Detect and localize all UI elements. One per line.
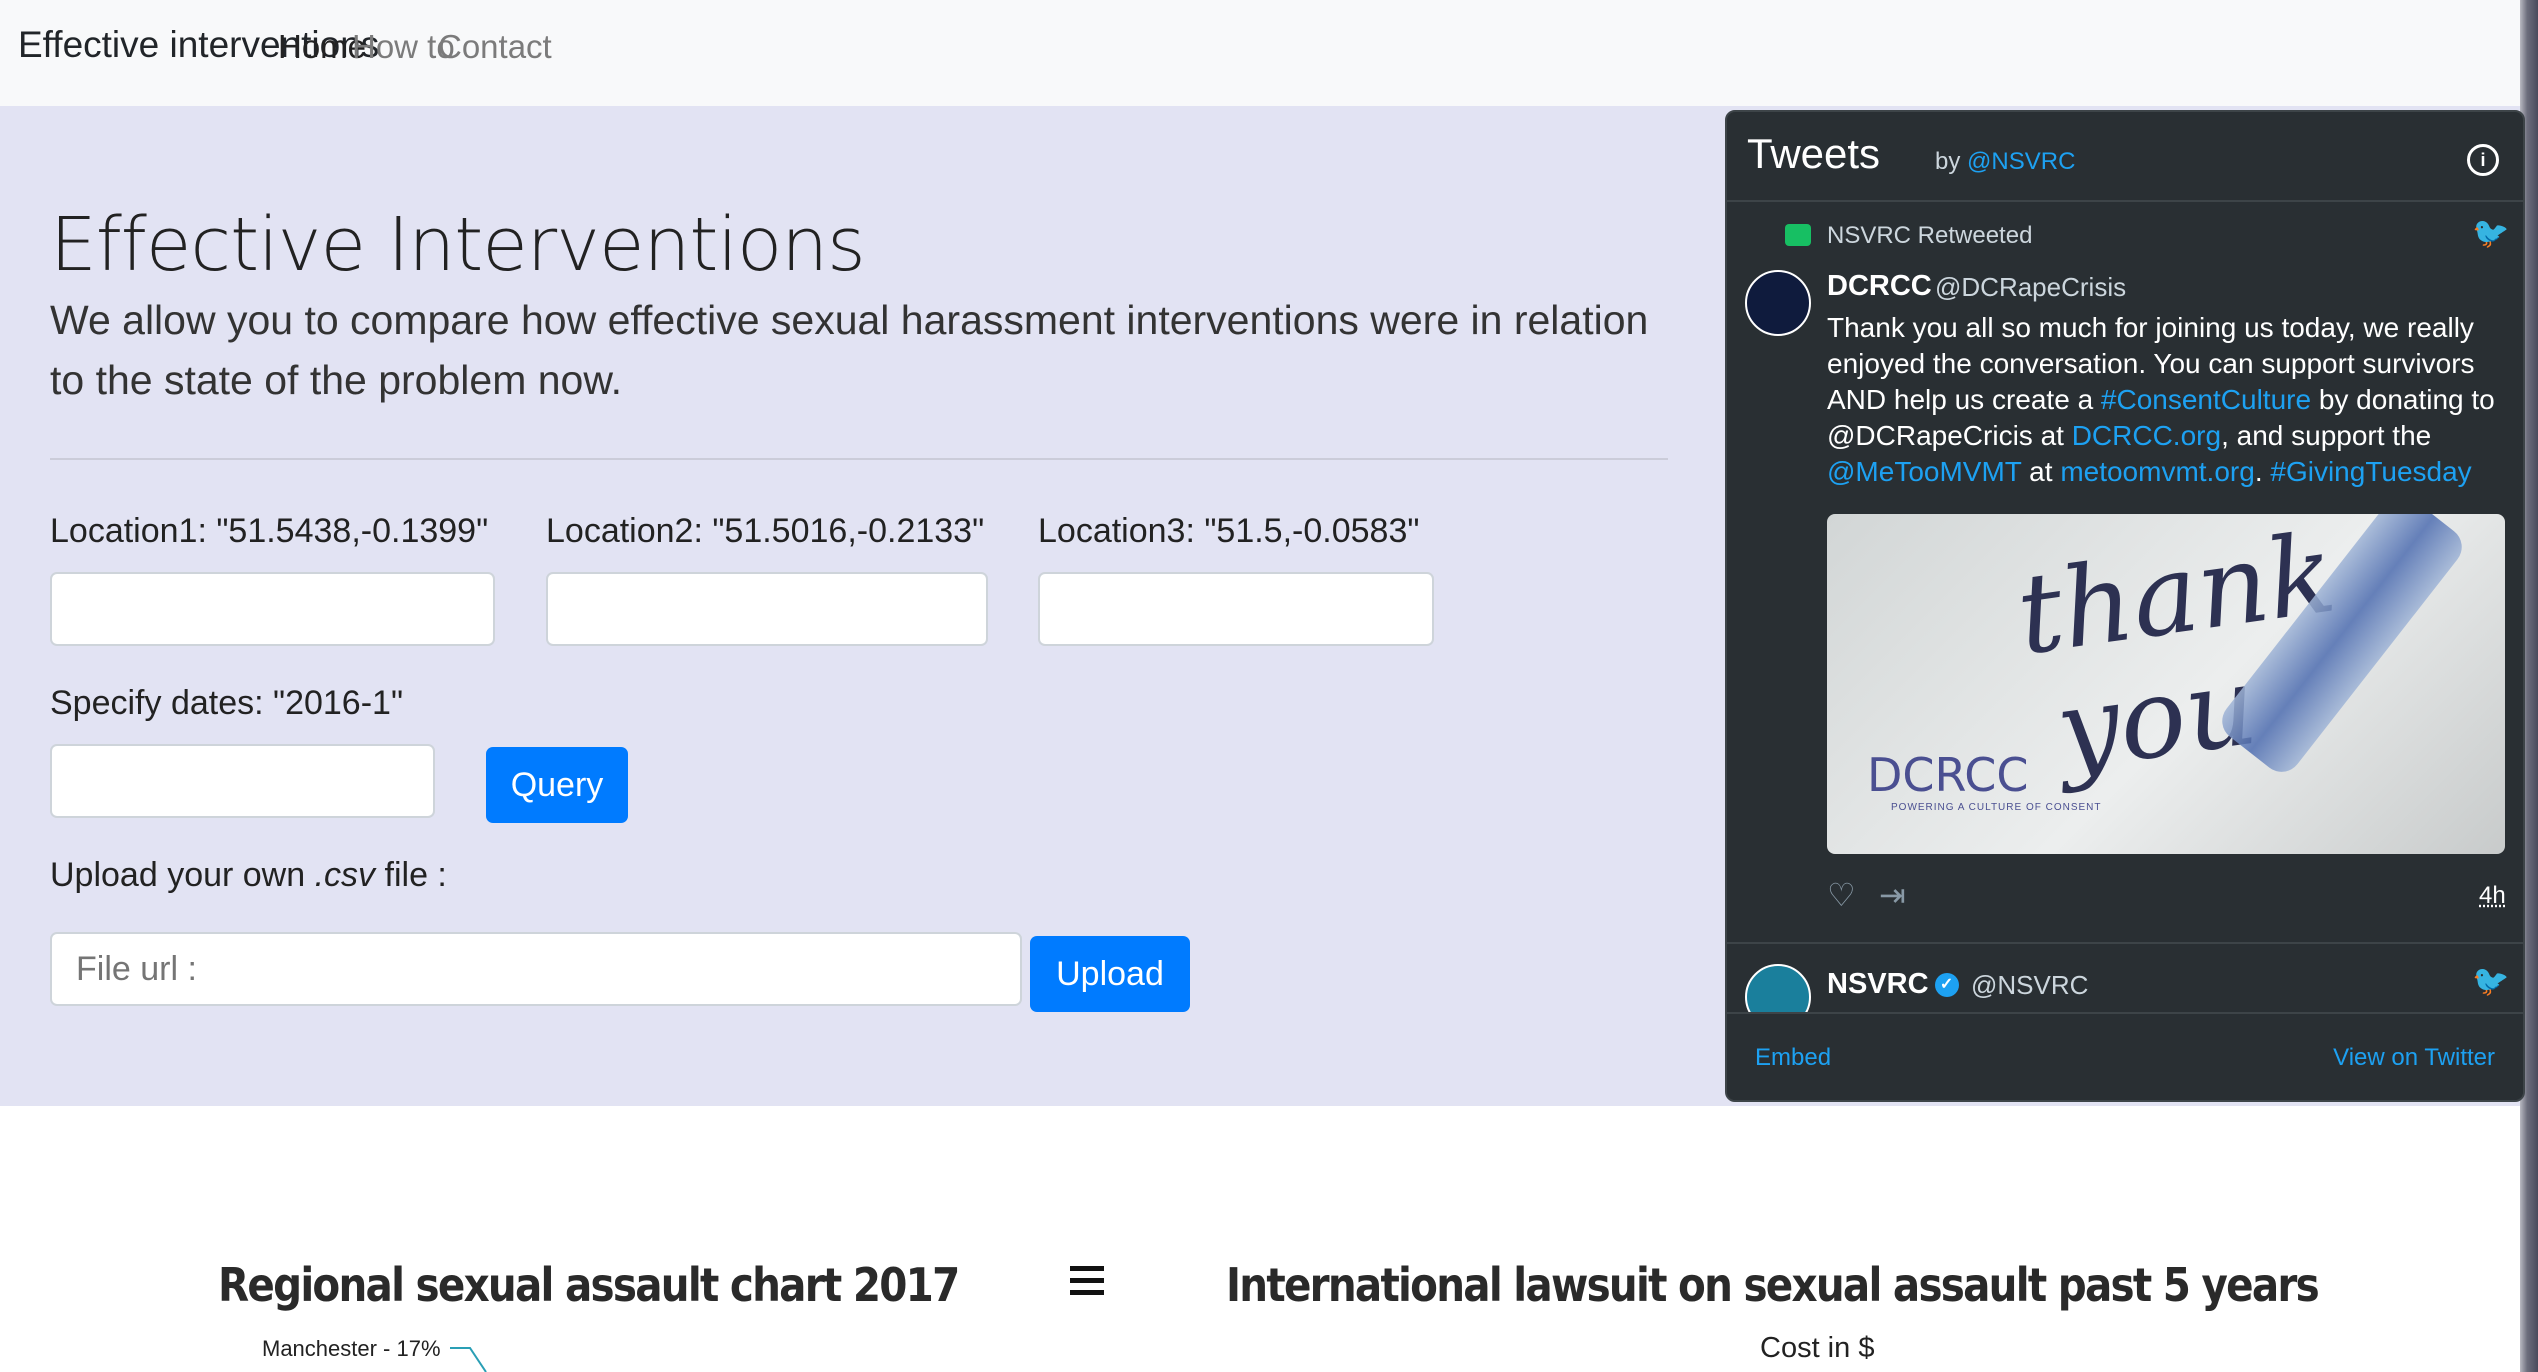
location1-input[interactable] bbox=[50, 572, 495, 646]
like-heart-icon[interactable]: ♡ bbox=[1827, 876, 1856, 914]
hashtag-link[interactable]: #ConsentCulture bbox=[2101, 384, 2311, 415]
view-on-twitter-link[interactable]: View on Twitter bbox=[2333, 1044, 2495, 1072]
location3-input[interactable] bbox=[1038, 572, 1434, 646]
embed-link[interactable]: Embed bbox=[1755, 1044, 1831, 1072]
tweet-author-name[interactable]: NSVRC ✓ bbox=[1827, 968, 1965, 1001]
right-chart-ylabel: Cost in $ bbox=[1760, 1332, 1875, 1364]
twitter-timeline-widget: Tweets by @NSVRC i NSVRC Retweeted 🐦 DCR… bbox=[1725, 110, 2525, 1102]
dcrcc-logo-tagline: POWERING A CULTURE OF CONSENT bbox=[1891, 802, 2102, 813]
page-title: Effective Interventions bbox=[50, 202, 866, 288]
upload-button[interactable]: Upload bbox=[1030, 936, 1190, 1012]
pie-label-connector bbox=[450, 1347, 487, 1372]
twitter-by-line: by @NSVRC bbox=[1935, 148, 2076, 175]
hero-lead: We allow you to compare how effective se… bbox=[50, 297, 1649, 403]
navbar: Effective interventions Home How to Cont… bbox=[0, 0, 2520, 106]
dcrcc-avatar[interactable] bbox=[1745, 270, 1811, 336]
url-link[interactable]: DCRCC.org bbox=[2072, 420, 2221, 451]
location2-label: Location2: "51.5016,-0.2133" bbox=[546, 512, 985, 550]
retweeted-label: NSVRC Retweeted bbox=[1827, 222, 2033, 249]
tweet-image[interactable]: thank you DCRCC POWERING A CULTURE OF CO… bbox=[1827, 514, 2505, 854]
twitter-bird-icon[interactable]: 🐦 bbox=[2472, 964, 2509, 998]
nav-link-contact[interactable]: Contact bbox=[438, 28, 552, 66]
tweet-author-name[interactable]: DCRCC bbox=[1827, 270, 1932, 303]
twitter-title: Tweets bbox=[1747, 130, 1881, 177]
left-chart-title: Regional sexual assault chart 2017 bbox=[218, 1258, 960, 1312]
location3-label: Location3: "51.5,-0.0583" bbox=[1038, 512, 1420, 550]
tweet-text: Thank you all so much for joining us tod… bbox=[1827, 312, 2495, 487]
twitter-handle-link[interactable]: @NSVRC bbox=[1967, 148, 2075, 175]
tweet-author-handle[interactable]: @NSVRC bbox=[1971, 970, 2088, 1001]
right-chart-title: International lawsuit on sexual assault … bbox=[1226, 1258, 2320, 1312]
upload-label: Upload your own .csv file : bbox=[50, 856, 447, 894]
verified-badge-icon: ✓ bbox=[1934, 973, 1959, 998]
query-button[interactable]: Query bbox=[486, 747, 628, 823]
twitter-header: Tweets by @NSVRC i bbox=[1727, 112, 2523, 202]
twitter-bird-icon[interactable]: 🐦 bbox=[2472, 216, 2509, 250]
dates-input[interactable] bbox=[50, 744, 435, 818]
dates-label: Specify dates: "2016-1" bbox=[50, 684, 404, 722]
mention-link[interactable]: @MeTooMVMT bbox=[1827, 456, 2021, 487]
dcrcc-logo: DCRCC bbox=[1867, 748, 2029, 802]
twitter-footer: Embed View on Twitter bbox=[1727, 1012, 2523, 1100]
tweet-divider bbox=[1727, 942, 2523, 944]
location2-input[interactable] bbox=[546, 572, 988, 646]
tweet-timestamp[interactable]: 4h bbox=[2479, 882, 2506, 910]
divider bbox=[50, 458, 1668, 460]
location1-label: Location1: "51.5438,-0.1399" bbox=[50, 512, 489, 550]
tweet-author-handle[interactable]: @DCRapeCrisis bbox=[1935, 272, 2126, 303]
chart-menu-icon[interactable] bbox=[1070, 1266, 1104, 1296]
hashtag-link[interactable]: #GivingTuesday bbox=[2270, 456, 2471, 487]
share-icon[interactable]: ⇥ bbox=[1879, 876, 1906, 914]
file-url-input[interactable] bbox=[50, 932, 1022, 1006]
info-icon[interactable]: i bbox=[2467, 144, 2499, 176]
retweet-icon bbox=[1785, 224, 1811, 246]
pie-slice-label: Manchester - 17% bbox=[262, 1336, 441, 1361]
url-link[interactable]: metoomvmt.org bbox=[2060, 456, 2255, 487]
